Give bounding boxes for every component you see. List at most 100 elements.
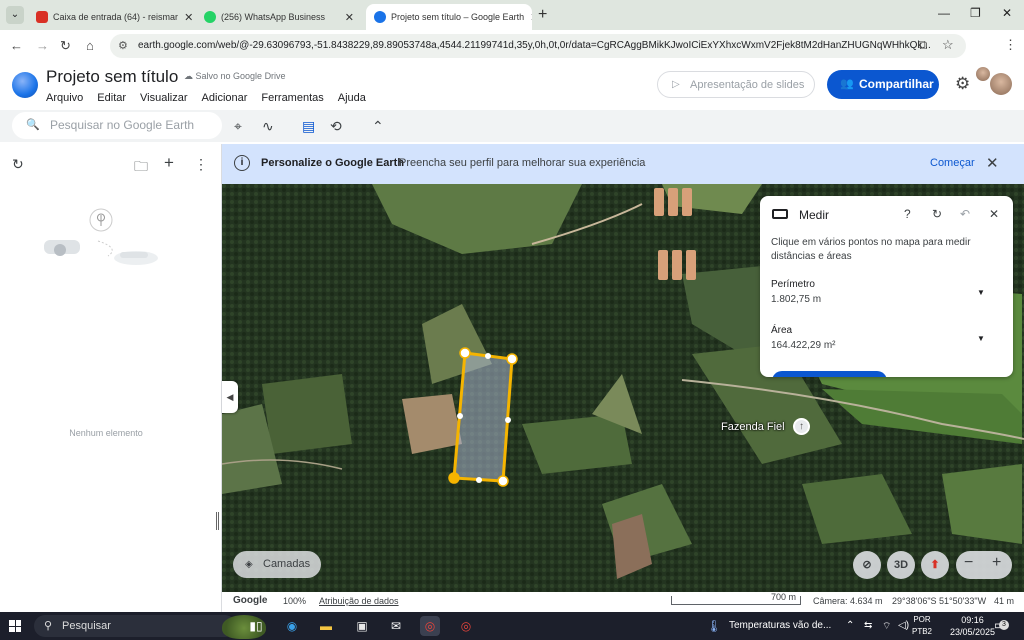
empty-state-text: Nenhum elemento [69, 428, 143, 438]
location-off-icon[interactable]: ⊘ [853, 551, 881, 579]
wifi-icon[interactable]: ⌔ [882, 620, 891, 633]
user-avatar[interactable] [990, 73, 1012, 95]
perimeter-label: Perímetro [771, 279, 815, 290]
project-title[interactable]: Projeto sem título [46, 67, 178, 87]
lang-bottom: PTB2 [912, 627, 933, 636]
forward-icon[interactable]: → [36, 38, 49, 53]
undo-icon[interactable]: ↶ [960, 207, 970, 221]
reset-icon[interactable]: ↻ [932, 207, 942, 221]
url-field[interactable]: ⚙ earth.google.com/web/@-29.63096793,-51… [110, 34, 966, 58]
zoom-in-button[interactable]: + [992, 554, 1001, 572]
perimeter-value: 1.802,75 m [771, 294, 822, 305]
weather-text[interactable]: Temperaturas vão de... [729, 620, 831, 631]
perimeter-unit-dropdown[interactable]: ▼ [977, 288, 985, 297]
close-tab-icon[interactable]: ✕ [178, 11, 193, 24]
tab-gmail[interactable]: Caixa de entrada (64) - reismar ✕ [28, 4, 194, 30]
taskbar-search[interactable]: ⚲ Pesquisar [34, 615, 266, 639]
measure-title: Medir [799, 208, 830, 222]
bookmark-star-icon[interactable]: ☆ [942, 37, 954, 53]
new-tab-button[interactable]: + [538, 6, 547, 24]
minimize-icon[interactable]: — [938, 6, 950, 20]
tab-search-dropdown[interactable]: ⌄ [6, 6, 24, 24]
reload-icon[interactable]: ↻ [60, 38, 71, 54]
tab-title: (256) WhatsApp Business [221, 12, 326, 22]
share-button[interactable]: 👥 Compartilhar [827, 70, 939, 99]
clock-time: 09:16 [961, 615, 984, 625]
zoom-out-button[interactable]: − [964, 554, 973, 572]
empty-state-illustration [44, 208, 158, 265]
saved-status-text: Salvo no Google Drive [195, 71, 286, 81]
banner-start-button[interactable]: Começar [930, 157, 975, 169]
place-label[interactable]: Fazenda Fiel [721, 421, 785, 433]
scale-label: 700 m [771, 592, 797, 602]
measure-card: Medir ? ↻ ↶ ✕ Clique em vários pontos no… [760, 196, 1013, 377]
panel-resize-handle[interactable] [216, 512, 219, 530]
file-explorer-icon[interactable]: ▬ [316, 616, 336, 636]
menu-visualizar[interactable]: Visualizar [140, 92, 188, 104]
slideshow-button[interactable]: ▷ Apresentação de slides [657, 71, 815, 98]
close-tab-icon[interactable]: ✕ [524, 11, 532, 24]
historical-imagery-icon[interactable]: ⟲ [330, 118, 342, 135]
draw-path-icon[interactable]: ∿ [262, 118, 274, 135]
menu-editar[interactable]: Editar [97, 92, 126, 104]
back-icon[interactable]: ← [10, 38, 23, 53]
windows-start-icon[interactable] [9, 620, 21, 632]
restore-icon[interactable]: ❐ [970, 6, 981, 20]
more-options-icon[interactable]: ⋮ [194, 156, 208, 173]
browser-profile-avatar[interactable] [976, 67, 990, 81]
add-icon[interactable]: + [164, 153, 174, 173]
save-measure-button[interactable] [772, 371, 887, 377]
toggle-3d-button[interactable]: 3D [887, 551, 915, 579]
search-icon: ⚲ [44, 620, 53, 632]
whatsapp-icon [204, 11, 216, 23]
search-placeholder: Pesquisar no Google Earth [50, 118, 195, 132]
show-hidden-icons[interactable]: ⌃ [846, 620, 854, 631]
chrome-profile-icon[interactable]: ◎ [456, 616, 476, 636]
chevron-up-icon[interactable]: ⌃ [372, 118, 384, 135]
store-icon[interactable]: ▣ [352, 616, 372, 636]
measure-ruler-icon[interactable]: ▤ [302, 118, 315, 135]
settings-gear-icon[interactable]: ⚙ [955, 74, 970, 94]
clock-date: 23/05/2025 [950, 627, 996, 637]
language-indicator[interactable]: POR PTB2 [912, 614, 932, 638]
share-label: Compartilhar [859, 77, 934, 91]
place-pin-icon[interactable]: ↑ [793, 418, 810, 435]
tab-whatsapp[interactable]: (256) WhatsApp Business ✕ [196, 4, 362, 30]
collapse-panel-button[interactable]: ◀ [222, 381, 238, 413]
home-icon[interactable]: ⌂ [86, 38, 94, 53]
menu-adicionar[interactable]: Adicionar [202, 92, 248, 104]
mail-icon[interactable]: ✉ [386, 616, 406, 636]
task-view-icon[interactable]: ▮▯ [246, 616, 266, 636]
tab-title: Caixa de entrada (64) - reismar [53, 12, 179, 22]
lang-top: POR [913, 615, 931, 624]
compass-icon[interactable]: ⬆ [921, 551, 949, 579]
data-attribution-link[interactable]: Atribuição de dados [319, 596, 399, 606]
close-icon[interactable]: ✕ [989, 207, 999, 221]
browser-menu-icon[interactable]: ⋮ [1004, 37, 1017, 53]
tab-google-earth[interactable]: Projeto sem título – Google Earth ✕ [366, 4, 532, 30]
menu-arquivo[interactable]: Arquivo [46, 92, 83, 104]
new-folder-icon[interactable]: 🗀 [134, 156, 148, 180]
chrome-icon[interactable]: ◎ [420, 616, 440, 636]
layers-button[interactable]: ◈ Camadas [233, 551, 321, 578]
site-info-icon[interactable]: ⚙ [118, 34, 128, 58]
refresh-icon[interactable]: ↻ [12, 156, 24, 173]
notification-badge: 3 [999, 620, 1009, 630]
zoom-percent[interactable]: 100% [283, 596, 306, 606]
menu-ajuda[interactable]: Ajuda [338, 92, 366, 104]
add-placemark-icon[interactable]: ⌖ [234, 118, 242, 135]
volume-icon[interactable]: ◁) [898, 620, 909, 631]
close-tab-icon[interactable]: ✕ [339, 11, 354, 24]
sync-icon[interactable]: ⇆ [864, 620, 872, 631]
install-app-icon[interactable]: ⧉ [918, 37, 927, 53]
area-unit-dropdown[interactable]: ▼ [977, 334, 985, 343]
menu-ferramentas[interactable]: Ferramentas [261, 92, 323, 104]
help-icon[interactable]: ? [904, 207, 911, 221]
edge-icon[interactable]: ◉ [282, 616, 302, 636]
close-icon[interactable]: ✕ [986, 154, 999, 172]
slideshow-label: Apresentação de slides [690, 79, 805, 91]
clock[interactable]: 09:16 23/05/2025 [950, 614, 995, 638]
layers-icon: ◈ [245, 559, 253, 570]
close-window-icon[interactable]: ✕ [1002, 6, 1012, 20]
search-input[interactable]: 🔍 Pesquisar no Google Earth [12, 112, 222, 139]
